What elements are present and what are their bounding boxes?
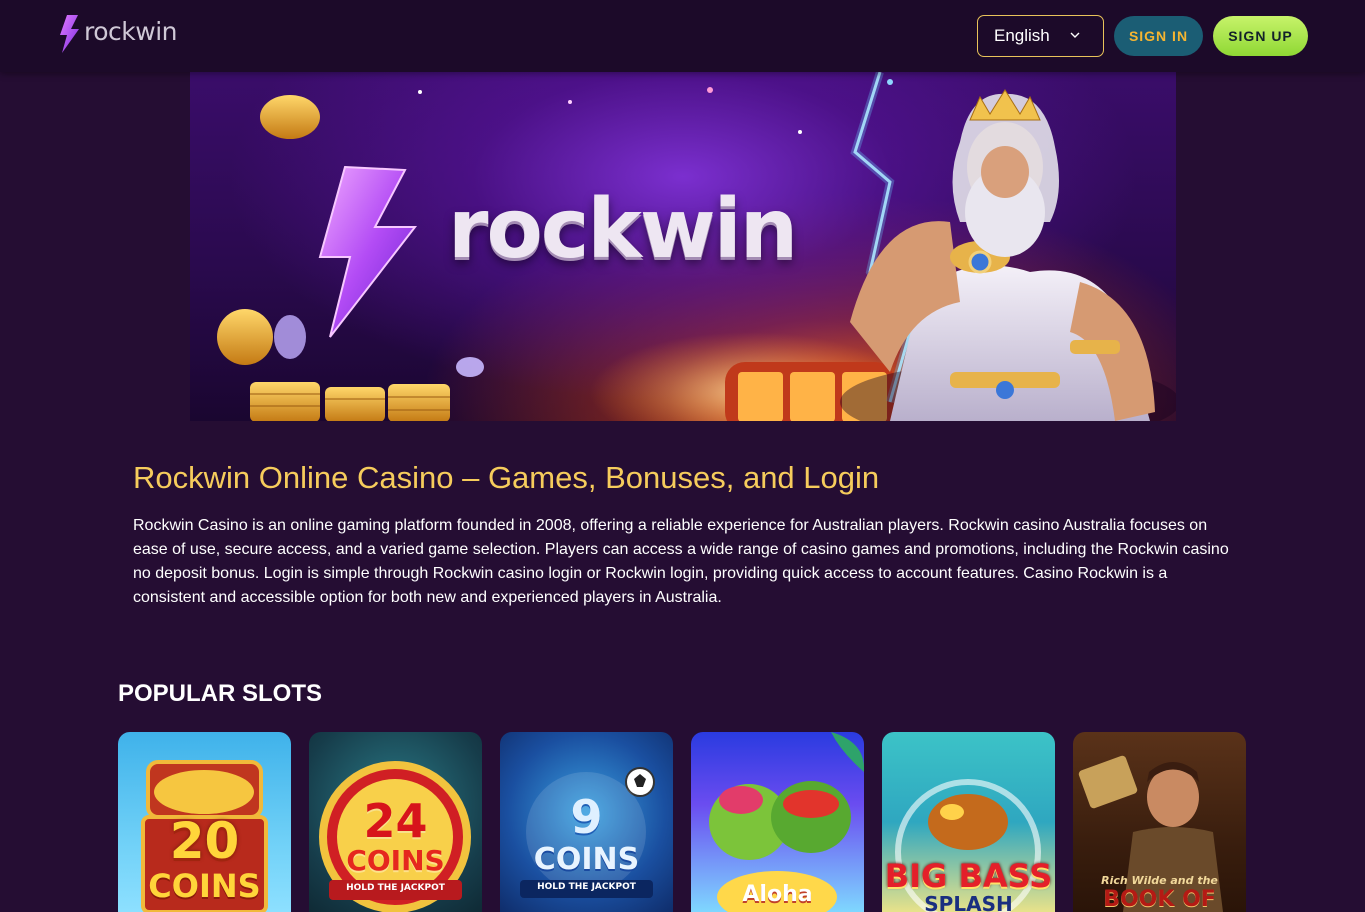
slot-tagline: HOLD THE JACKPOT xyxy=(346,883,445,893)
slot-title: 9 xyxy=(570,790,603,844)
page-title: Rockwin Online Casino – Games, Bonuses, … xyxy=(133,460,880,495)
slot-subtitle: COINS xyxy=(346,844,445,877)
language-label: English xyxy=(994,26,1050,45)
popular-slots-grid: 20 COINS 24 COINS HOLD THE JACKPOT 9 COI… xyxy=(118,732,1248,912)
lightning-bolt-icon xyxy=(60,15,79,53)
chevron-down-icon xyxy=(1070,32,1080,38)
slot-card-24-coins[interactable]: 24 COINS HOLD THE JACKPOT xyxy=(309,732,482,912)
site-logo[interactable]: rockwin xyxy=(58,14,177,54)
sign-up-button[interactable]: SIGN UP xyxy=(1213,16,1308,56)
language-select[interactable]: English xyxy=(977,15,1104,57)
slot-title: Aloha xyxy=(742,882,813,907)
slot-title: 24 xyxy=(363,794,428,848)
slot-card-big-bass-splash[interactable]: BIG BASS SPLASH xyxy=(882,732,1055,912)
sign-in-button[interactable]: SIGN IN xyxy=(1114,16,1203,56)
slot-title: BIG BASS xyxy=(884,857,1053,895)
banner-brand-word: rockwin xyxy=(448,182,798,277)
slot-card-9-coins[interactable]: 9 COINS HOLD THE JACKPOT xyxy=(500,732,673,912)
slot-title: 20 xyxy=(169,812,240,870)
intro-paragraph: Rockwin Casino is an online gaming platf… xyxy=(133,517,1229,606)
hero-banner[interactable]: rockwin xyxy=(190,72,1176,421)
slot-title: Rich Wilde and the xyxy=(1101,874,1218,887)
popular-slots-heading: POPULAR SLOTS xyxy=(118,680,323,707)
slot-subtitle: SPLASH xyxy=(924,892,1013,912)
slot-card-aloha[interactable]: Aloha xyxy=(691,732,864,912)
logo-text: rockwin xyxy=(84,16,177,46)
slot-card-20-coins[interactable]: 20 COINS xyxy=(118,732,291,912)
slot-subtitle: COINS xyxy=(533,842,640,877)
slot-card-book-of[interactable]: Rich Wilde and the BOOK OF xyxy=(1073,732,1246,912)
site-header: rockwin English SIGN IN SIGN UP xyxy=(0,0,1365,72)
slot-subtitle: COINS xyxy=(148,867,261,905)
slot-tagline: HOLD THE JACKPOT xyxy=(537,882,636,892)
